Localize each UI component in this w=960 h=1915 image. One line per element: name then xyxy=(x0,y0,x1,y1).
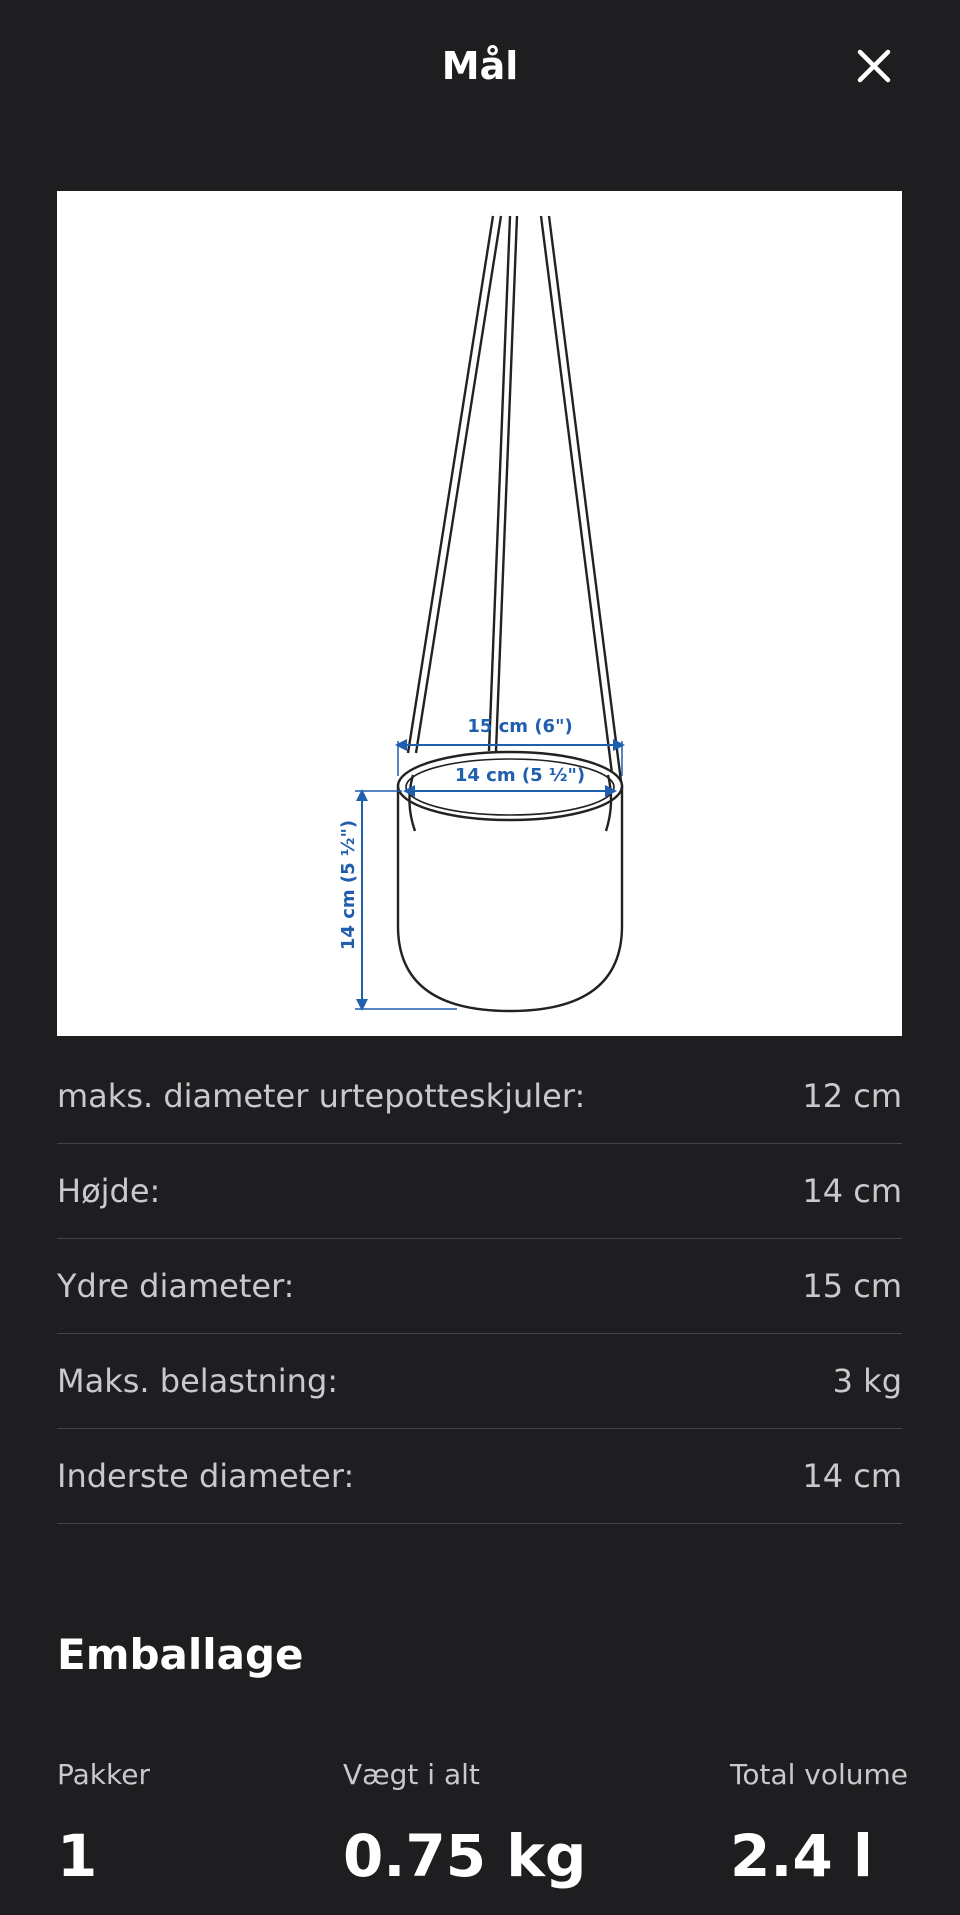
packages-label: Pakker xyxy=(57,1758,150,1791)
dimension-value: 3 kg xyxy=(832,1362,902,1400)
dimension-value: 12 cm xyxy=(802,1077,902,1115)
outer-diameter-label: 15 cm (6") xyxy=(467,716,572,737)
dimension-list: maks. diameter urtepotteskjuler: 12 cm H… xyxy=(57,1049,902,1524)
packaging-packages: Pakker 1 xyxy=(57,1758,150,1890)
volume-value: 2.4 l xyxy=(730,1822,873,1890)
close-button[interactable] xyxy=(852,44,896,88)
packaging-volume: Total volume 2.4 l xyxy=(730,1758,908,1890)
dimension-row-max-load: Maks. belastning: 3 kg xyxy=(57,1334,902,1429)
dimension-label: maks. diameter urtepotteskjuler: xyxy=(57,1077,586,1115)
hanging-pot-illustration: 15 cm (6") 14 cm (5 ½") 14 cm (5 ½") xyxy=(338,215,625,1013)
dimension-row-inner-diameter: Inderste diameter: 14 cm xyxy=(57,1429,902,1524)
dimensions-sheet: Mål 15 cm (6") 14 cm (5 ½") 14 cm (5 ½")… xyxy=(0,0,960,1915)
dimension-label: Højde: xyxy=(57,1172,161,1210)
dimension-label: Maks. belastning: xyxy=(57,1362,339,1400)
close-icon xyxy=(857,49,891,83)
dimension-value: 14 cm xyxy=(802,1172,902,1210)
hanging-strings xyxy=(406,215,624,790)
dimension-row-height: Højde: 14 cm xyxy=(57,1144,902,1239)
sheet-title: Mål xyxy=(441,44,519,88)
inner-diameter-label: 14 cm (5 ½") xyxy=(455,765,585,786)
weight-label: Vægt i alt xyxy=(343,1758,480,1791)
packaging-heading: Emballage xyxy=(57,1630,304,1679)
dimension-label: Ydre diameter: xyxy=(57,1267,295,1305)
sheet-header: Mål xyxy=(0,0,960,136)
dimension-value: 14 cm xyxy=(802,1457,902,1495)
height-label: 14 cm (5 ½") xyxy=(338,820,359,950)
weight-value: 0.75 kg xyxy=(343,1822,587,1890)
dimension-label: Inderste diameter: xyxy=(57,1457,355,1495)
dimension-row-outer-diameter: Ydre diameter: 15 cm xyxy=(57,1239,902,1334)
packaging-weight: Vægt i alt 0.75 kg xyxy=(343,1758,586,1890)
dimension-row-max-diameter: maks. diameter urtepotteskjuler: 12 cm xyxy=(57,1049,902,1144)
product-dimension-drawing: 15 cm (6") 14 cm (5 ½") 14 cm (5 ½") xyxy=(57,191,902,1036)
packages-value: 1 xyxy=(57,1822,98,1890)
volume-label: Total volume xyxy=(730,1758,909,1791)
dimension-value: 15 cm xyxy=(802,1267,902,1305)
